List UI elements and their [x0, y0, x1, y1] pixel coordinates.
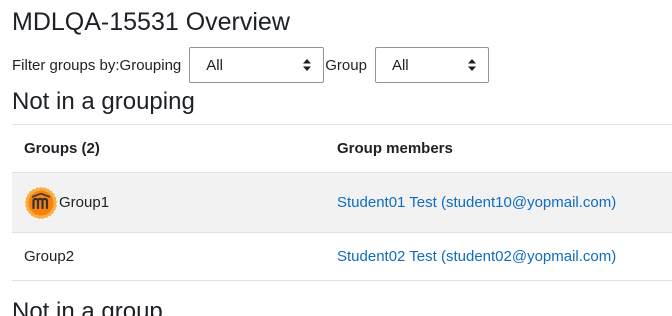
group-filter-label: Group: [325, 56, 367, 74]
group-name: Group1: [59, 194, 110, 211]
groups-table: Groups (2) Group members Group1 Student0…: [12, 124, 672, 281]
table-row: Group1 Student01 Test (student10@yopmail…: [12, 173, 672, 233]
grouping-select-value: All: [206, 56, 223, 74]
section-title-not-in-group: Not in a group: [12, 298, 163, 316]
filter-bar: Filter groups by:Grouping All Group All: [12, 47, 489, 83]
group-cell: Group2: [24, 233, 74, 280]
member-link[interactable]: Student01 Test (student10@yopmail.com): [337, 194, 616, 211]
group-cell: Group1: [24, 173, 109, 232]
up-down-caret-icon: [467, 59, 476, 71]
up-down-caret-icon: [303, 59, 312, 71]
grouping-filter-label: Filter groups by:Grouping: [12, 56, 182, 74]
group-select-value: All: [391, 56, 409, 74]
members-cell: Student01 Test (student10@yopmail.com): [337, 173, 616, 232]
member-link[interactable]: Student02 Test (student02@yopmail.com): [337, 248, 616, 265]
group-name: Group2: [24, 248, 75, 265]
table-header-row: Groups (2) Group members: [12, 125, 672, 173]
column-header-group-members: Group members: [337, 140, 453, 157]
grouping-select[interactable]: All: [189, 47, 325, 83]
column-header-groups: Groups (2): [24, 140, 100, 157]
moodle-logo-icon: [24, 186, 58, 219]
group-overview-page: MDLQA-15531 Overview Filter groups by:Gr…: [0, 0, 672, 316]
section-title-not-in-grouping: Not in a grouping: [12, 88, 195, 115]
page-title: MDLQA-15531 Overview: [12, 8, 290, 36]
table-row: Group2 Student02 Test (student02@yopmail…: [12, 233, 672, 281]
group-select[interactable]: All: [374, 47, 489, 83]
members-cell: Student02 Test (student02@yopmail.com): [337, 233, 616, 280]
